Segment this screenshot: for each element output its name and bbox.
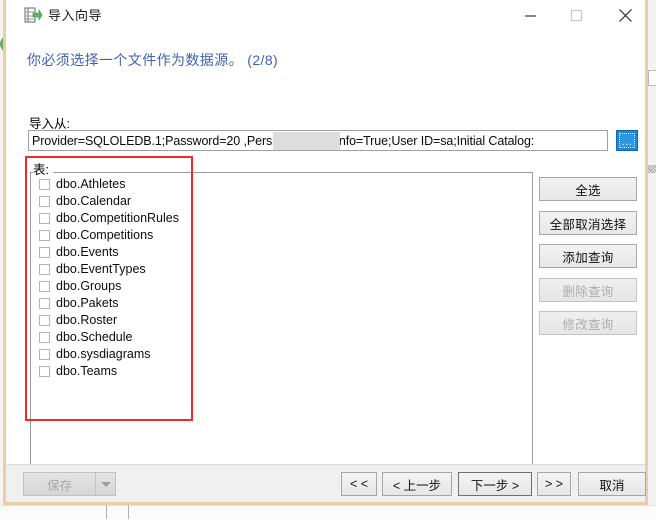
tables-list-inner: dbo.Athletes dbo.Calendar dbo.CompetitionR… <box>31 173 532 380</box>
list-item[interactable]: dbo.Competitions <box>34 227 532 244</box>
checkbox-icon[interactable] <box>39 332 50 343</box>
tables-group-label: 表: <box>33 159 53 178</box>
import-wizard-window: 导入向导 你必须选择一个文件作为数据源。 (2/8) 导入从: Provider… <box>3 0 648 505</box>
list-item[interactable]: dbo.Roster <box>34 312 532 329</box>
window-title: 导入向导 <box>48 8 103 23</box>
checkbox-icon[interactable] <box>39 196 50 207</box>
list-item-label: dbo.CompetitionRules <box>56 211 179 225</box>
background-taskbar <box>0 505 656 520</box>
list-item[interactable]: dbo.Teams <box>34 363 532 380</box>
list-item-label: dbo.Pakets <box>56 296 119 310</box>
add-query-button[interactable]: 添加查询 <box>539 244 637 268</box>
list-item[interactable]: dbo.Schedule <box>34 329 532 346</box>
list-item[interactable]: dbo.EventTypes <box>34 261 532 278</box>
list-item[interactable]: dbo.sysdiagrams <box>34 346 532 363</box>
list-item-label: dbo.Competitions <box>56 228 154 242</box>
list-item-label: dbo.Athletes <box>56 177 126 191</box>
checkbox-icon[interactable] <box>39 213 50 224</box>
delete-query-button: 删除查询 <box>539 278 637 302</box>
close-icon[interactable] <box>602 0 648 31</box>
checkbox-icon[interactable] <box>39 247 50 258</box>
connection-string-input[interactable]: Provider=SQLOLEDB.1;Password=20 ,Persist… <box>28 130 608 151</box>
checkbox-icon[interactable] <box>39 298 50 309</box>
minimize-icon[interactable] <box>507 0 553 31</box>
browse-focus-outline: ... <box>619 133 635 148</box>
maximize-icon[interactable] <box>553 0 599 31</box>
save-split-button: 保存 <box>23 472 116 496</box>
chevron-down-icon <box>100 481 111 487</box>
checkbox-icon[interactable] <box>39 281 50 292</box>
list-item[interactable]: dbo.CompetitionRules <box>34 210 532 227</box>
page-subtitle: 你必须选择一个文件作为数据源。 (2/8) <box>27 52 279 68</box>
browse-button[interactable]: ... <box>616 130 638 151</box>
list-item-label: dbo.Teams <box>56 364 118 378</box>
list-item[interactable]: dbo.Groups <box>34 278 532 295</box>
select-all-button[interactable]: 全选 <box>539 177 637 201</box>
checkbox-icon[interactable] <box>39 179 50 190</box>
save-button: 保存 <box>23 472 96 496</box>
list-item-label: dbo.EventTypes <box>56 262 146 276</box>
list-item[interactable]: dbo.Pakets <box>34 295 532 312</box>
title-bar[interactable]: 导入向导 <box>6 0 645 31</box>
browse-ellipsis-label: ... <box>621 136 633 148</box>
list-item-label: dbo.Schedule <box>56 330 133 344</box>
background-divider-2 <box>128 505 129 519</box>
cancel-button[interactable]: 取消 <box>578 472 646 496</box>
list-item[interactable]: dbo.Events <box>34 244 532 261</box>
list-item[interactable]: dbo.Calendar <box>34 193 532 210</box>
list-item-label: dbo.Roster <box>56 313 118 327</box>
wizard-content: 你必须选择一个文件作为数据源。 (2/8) 导入从: Provider=SQLO… <box>6 31 645 480</box>
last-page-button[interactable]: > > <box>537 472 571 496</box>
previous-step-button[interactable]: < 上一步 <box>382 472 452 496</box>
footer-bar: 保存 < < < 上一步 下一步 > > > 取消 <box>6 464 646 502</box>
list-item-label: dbo.sysdiagrams <box>56 347 151 361</box>
next-step-button[interactable]: 下一步 > <box>458 472 532 496</box>
save-dropdown-button <box>96 472 116 496</box>
background-divider-1 <box>106 505 107 519</box>
checkbox-icon[interactable] <box>39 315 50 326</box>
checkbox-icon[interactable] <box>39 230 50 241</box>
first-page-button[interactable]: < < <box>341 472 377 496</box>
deselect-all-button[interactable]: 全部取消选择 <box>539 211 637 235</box>
background-window-edge <box>648 70 656 86</box>
tables-list[interactable]: dbo.Athletes dbo.Calendar dbo.CompetitionR… <box>30 172 533 480</box>
password-redaction-overlay <box>273 132 340 150</box>
list-item-label: dbo.Events <box>56 245 119 259</box>
import-wizard-icon <box>24 7 43 24</box>
list-item-label: dbo.Groups <box>56 279 122 293</box>
list-item-label: dbo.Calendar <box>56 194 132 208</box>
checkbox-icon[interactable] <box>39 349 50 360</box>
checkbox-icon[interactable] <box>39 264 50 275</box>
list-item[interactable]: dbo.Athletes <box>34 176 532 193</box>
checkbox-icon[interactable] <box>39 366 50 377</box>
edit-query-button: 修改查询 <box>539 311 637 335</box>
